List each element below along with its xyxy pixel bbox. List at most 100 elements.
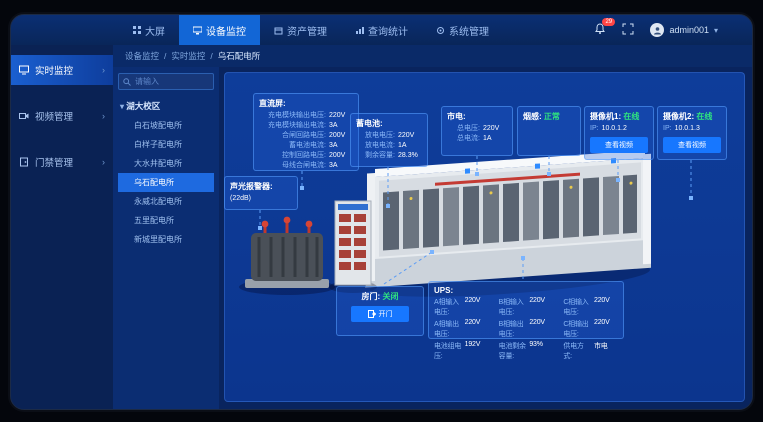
- tree-root-node[interactable]: ▾ 湖大校区: [120, 100, 214, 112]
- breadcrumb-item[interactable]: 实时监控: [171, 50, 205, 62]
- panel-title: 声光报警器:: [230, 181, 292, 192]
- status-badge: 在线: [696, 112, 712, 121]
- view-video-button[interactable]: 查看视频: [663, 137, 721, 153]
- tree-item-station[interactable]: 永威北配电所: [118, 192, 214, 211]
- tree-root-label: 湖大校区: [126, 101, 160, 111]
- field-label: C相输入电压:: [563, 297, 591, 317]
- chevron-right-icon: ›: [102, 157, 105, 167]
- field-label: 母线合闸电流:: [282, 161, 326, 171]
- battery-panel: 蓄电池: 放电电压:220V 放电电流:1A 剩余容量:28.3%: [350, 113, 428, 167]
- status-badge: 在线: [623, 112, 639, 121]
- nav-tab-assets[interactable]: 资产管理: [260, 15, 341, 45]
- realtime-monitor-icon: [19, 65, 29, 75]
- field-label: 剩余容量:: [365, 151, 395, 161]
- chevron-right-icon: ›: [102, 111, 105, 121]
- field-label: IP:: [663, 124, 672, 134]
- field-label: 电池组电压:: [434, 341, 462, 361]
- video-camera-icon: [19, 111, 29, 121]
- transformer-bushings: [262, 217, 313, 233]
- field-value: 192V: [465, 341, 489, 361]
- tree-item-station[interactable]: 大水井配电所: [118, 154, 214, 173]
- field-label: B相输入电压:: [499, 297, 527, 317]
- field-value: 220V: [483, 124, 507, 134]
- sidebar-item-access-control[interactable]: 门禁管理 ›: [11, 147, 113, 177]
- field-label: 总电流:: [457, 134, 480, 144]
- user-menu[interactable]: admin001 ▾: [650, 23, 718, 37]
- search-icon: [123, 78, 131, 86]
- monitor-icon: [193, 26, 202, 35]
- nav-tab-statistics[interactable]: 查询统计: [341, 15, 422, 45]
- ups-readings: A相输入电压:220V B相输入电压:220V C相输入电压:220V A相输出…: [434, 297, 618, 361]
- field-value: 1A: [398, 141, 422, 151]
- chevron-down-icon: ▾: [714, 26, 718, 35]
- field-value: 220V: [529, 319, 553, 339]
- field-value: 220V: [594, 297, 618, 317]
- field-value: 220V: [529, 297, 553, 317]
- field-label: 总电压:: [457, 124, 480, 134]
- view-video-button[interactable]: 查看视频: [590, 137, 648, 153]
- field-label: C相输出电压:: [563, 319, 591, 339]
- header-actions: 29 admin001 ▾: [594, 15, 718, 45]
- open-door-button[interactable]: 开门: [351, 306, 409, 322]
- nav-tab-dashboard[interactable]: 大屏: [119, 15, 179, 45]
- fullscreen-icon[interactable]: [622, 23, 636, 37]
- screen: 大屏 设备监控 资产管理 查询统计 系统管理 29: [0, 0, 763, 422]
- tree-item-station[interactable]: 新城里配电所: [118, 230, 214, 249]
- ups-panel: UPS: A相输入电压:220V B相输入电压:220V C相输入电压:220V…: [428, 281, 624, 339]
- transformer: [239, 217, 335, 295]
- alarm-value: (22dB): [230, 194, 254, 204]
- field-value: 28.3%: [398, 151, 422, 161]
- breadcrumb-separator: /: [210, 51, 212, 61]
- field-label: 供电方式:: [563, 341, 591, 361]
- panel-title: 烟感: 正常: [523, 111, 575, 122]
- field-label: 放电电压:: [365, 131, 395, 141]
- field-label: 放电电流:: [365, 141, 395, 151]
- sound-light-alarm-panel: 声光报警器: (22dB): [224, 176, 298, 210]
- panel-title: 市电:: [447, 111, 507, 122]
- sidebar-item-video-management[interactable]: 视频管理 ›: [11, 101, 113, 131]
- field-label: B相输出电压:: [499, 319, 527, 339]
- dashboard-icon: [133, 26, 141, 34]
- tree-item-station[interactable]: 白石坡配电所: [118, 116, 214, 135]
- chevron-right-icon: ›: [102, 65, 105, 75]
- camera1-panel: 摄像机1: 在线 IP:10.0.1.2 查看视频: [584, 106, 654, 160]
- field-label: A相输入电压:: [434, 297, 462, 317]
- notification-bell-icon[interactable]: 29: [594, 23, 608, 37]
- field-value: 220V: [398, 131, 422, 141]
- door-panel: 房门: 关闭 开门: [336, 286, 424, 336]
- nav-tab-label: 资产管理: [287, 23, 327, 38]
- smoke-detector-panel: 烟感: 正常: [517, 106, 581, 156]
- sidebar-item-realtime-monitoring[interactable]: 实时监控 ›: [11, 55, 113, 85]
- top-nav-bar: 大屏 设备监控 资产管理 查询统计 系统管理 29: [11, 15, 752, 45]
- notification-badge: 29: [602, 18, 615, 26]
- field-value: 市电: [594, 341, 618, 361]
- nav-tab-system[interactable]: 系统管理: [422, 15, 503, 45]
- field-value: 93%: [529, 341, 553, 361]
- tree-item-station-active[interactable]: 乌石配电所: [118, 173, 214, 192]
- field-label: 充电模块输出电压:: [268, 111, 326, 121]
- sidebar-item-label: 实时监控: [35, 63, 73, 77]
- mains-power-panel: 市电: 总电压:220V 总电流:1A: [441, 106, 513, 156]
- status-badge: 正常: [544, 112, 560, 121]
- username: admin001: [669, 25, 709, 35]
- tree-item-station[interactable]: 白样子配电所: [118, 135, 214, 154]
- tree-item-station[interactable]: 五里配电所: [118, 211, 214, 230]
- panel-title: UPS:: [434, 286, 618, 295]
- tree-search-input[interactable]: [135, 77, 209, 86]
- breadcrumb-item[interactable]: 设备监控: [125, 50, 159, 62]
- field-label: 控制回路电压:: [282, 151, 326, 161]
- gear-icon: [436, 26, 445, 35]
- door-status: 关闭: [382, 292, 398, 301]
- nav-tab-device-monitoring[interactable]: 设备监控: [179, 15, 260, 45]
- field-value: 220V: [594, 319, 618, 339]
- user-avatar: [650, 23, 664, 37]
- panel-title: 房门: 关闭: [342, 291, 418, 302]
- battery-cabinet: [329, 201, 377, 293]
- panel-title: 直流屏:: [259, 98, 353, 109]
- tree-search-box: [118, 73, 214, 90]
- door-lock-icon: [19, 157, 29, 167]
- nav-tab-label: 大屏: [145, 23, 165, 38]
- breadcrumb: 设备监控 / 实时监控 / 乌石配电所: [113, 45, 752, 67]
- nav-tab-label: 系统管理: [449, 23, 489, 38]
- camera-ip: 10.0.1.3: [675, 124, 700, 134]
